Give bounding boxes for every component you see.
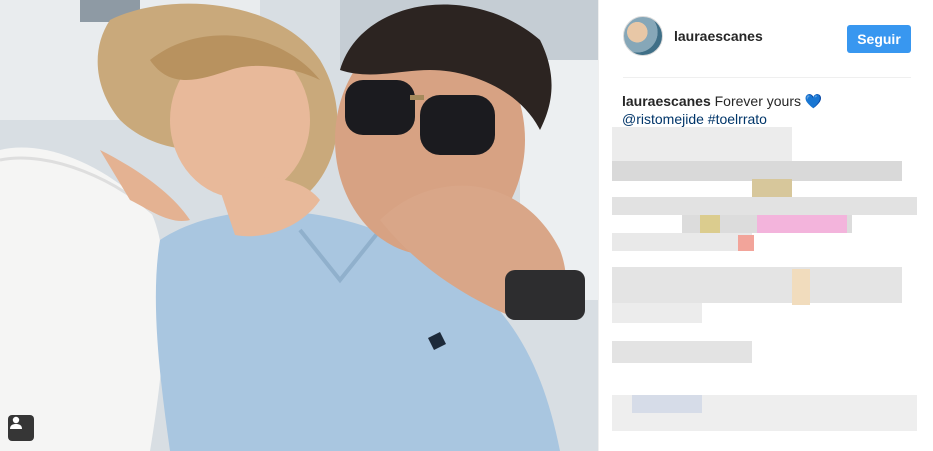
username-link[interactable]: lauraescanes <box>674 28 763 44</box>
caption-username[interactable]: lauraescanes <box>622 93 711 109</box>
post-photo[interactable] <box>0 0 598 451</box>
caption-hashtag[interactable]: #toelrrato <box>708 111 767 127</box>
profile-avatar[interactable] <box>623 16 663 56</box>
photo-illustration <box>0 0 598 451</box>
follow-button[interactable]: Seguir <box>847 25 911 53</box>
caption-text: Forever yours <box>714 93 801 109</box>
post-header: lauraescanes Seguir <box>623 16 911 78</box>
person-tag-icon[interactable] <box>8 415 34 441</box>
post-caption: lauraescanes Forever yours 💙 @ristomejid… <box>622 92 910 128</box>
blue-heart-emoji: 💙 <box>804 93 823 109</box>
caption-mention[interactable]: @ristomejide <box>622 111 704 127</box>
